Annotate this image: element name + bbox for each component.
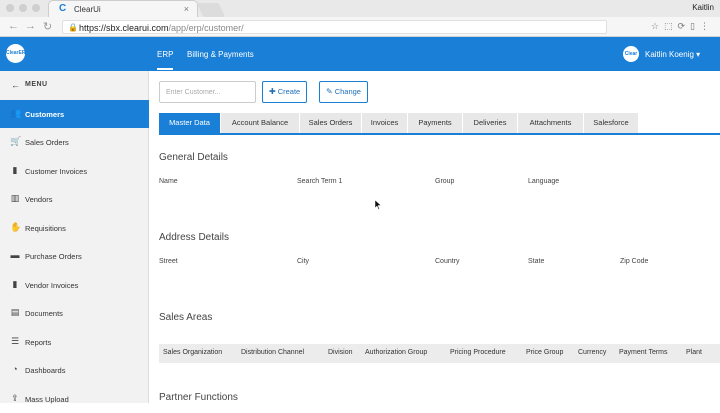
field-zip-code-label: Zip Code [620,258,649,265]
field-search-term-label: Search Term 1 [297,178,343,185]
sidebar-item-sales-orders[interactable]: 🛒 Sales Orders [0,128,149,156]
change-button[interactable]: ✎ Change [319,81,368,103]
browser-tab-strip: C ClearUi × Kaitlin [0,0,720,17]
window-zoom-control[interactable] [32,4,40,12]
sidebar-item-label: Vendors [25,195,53,204]
create-button[interactable]: ✚ Create [262,81,308,103]
field-state-label: State [528,258,545,265]
mouse-cursor-icon [375,200,381,210]
sidebar-item-label: Documents [25,309,63,318]
column-header[interactable]: Division [328,349,353,356]
field-city-label: City [297,258,310,265]
sidebar-item-label: Reports [25,338,52,347]
field-group-label: Group [435,178,455,185]
field-language-label: Language [528,178,560,185]
field-street-label: Street [159,258,178,265]
sidebar-item-vendors[interactable]: ▥ Vendors [0,185,149,213]
tab-deliveries[interactable]: Deliveries [463,113,518,133]
tab-close-icon[interactable]: × [184,4,189,14]
arrow-left-icon: ← [11,80,20,90]
tab-salesforce[interactable]: Salesforce [584,113,639,133]
column-header[interactable]: Payment Terms [619,349,668,356]
forward-icon[interactable]: → [25,20,36,32]
new-tab-button[interactable] [196,3,226,17]
app-header: ClearERP ERP Billing & Payments Clear Ka… [0,37,720,71]
document-icon: ▤ [10,307,20,317]
back-icon[interactable]: ← [8,20,19,32]
sidebar-item-mass-upload[interactable]: ⇪ Mass Upload [0,385,149,413]
users-icon: 👥 [10,108,22,118]
nav-billing-payments[interactable]: Billing & Payments [187,50,254,59]
plus-icon: ✚ [269,87,276,96]
column-header[interactable]: Plant [686,349,702,356]
clearerp-logo[interactable]: ClearERP [6,44,29,63]
upload-icon: ⇪ [11,393,19,403]
sidebar-item-customer-invoices[interactable]: ▮ Customer Invoices [0,157,149,185]
clearui-favicon-icon: C [59,3,67,14]
sidebar-item-documents[interactable]: ▤ Documents [0,299,149,327]
sidebar-item-reports[interactable]: ☰ Reports [0,328,149,356]
nav-erp[interactable]: ERP [157,50,174,70]
column-header[interactable]: Authorization Group [365,349,427,356]
tab-payments[interactable]: Payments [408,113,463,133]
tabs-underline [159,133,720,135]
reload-icon[interactable]: ↻ [43,20,52,33]
sidebar-item-label: Sales Orders [25,138,69,147]
pencil-icon: ✎ [326,87,333,96]
url-field[interactable]: 🔒 https://sbx.clearui.com/app/erp/custom… [62,20,607,34]
menu-toggle[interactable]: ← MENU [0,71,149,100]
file-icon: ▮ [12,279,18,289]
browser-profile-name[interactable]: Kaitlin [692,3,714,12]
sidebar-item-requisitions[interactable]: ✋ Requisitions [0,214,149,242]
lock-icon: 🔒 [68,23,78,32]
sidebar-item-label: Dashboards [25,366,66,375]
browser-tab-title: ClearUi [74,5,101,14]
menu-label: MENU [25,81,48,88]
column-header[interactable]: Pricing Procedure [450,349,506,356]
file-icon: ▮ [12,165,18,175]
column-header[interactable]: Distribution Channel [241,349,304,356]
sidebar-item-vendor-invoices[interactable]: ▮ Vendor Invoices [0,271,149,299]
window-minimize-control[interactable] [19,4,27,12]
truck-icon: ▬ [10,250,20,260]
sidebar-item-dashboards[interactable]: ◔ Dashboards [0,356,149,384]
tab-sales-orders[interactable]: Sales Orders [300,113,362,133]
column-header[interactable]: Sales Organization [163,349,222,356]
address-bar-row: ← → ↻ 🔒 https://sbx.clearui.com/app/erp/… [0,17,720,37]
sales-areas-title: Sales Areas [159,312,213,323]
sidebar-item-label: Customer Invoices [25,167,88,176]
window-close-control[interactable] [6,4,14,12]
browser-tab[interactable]: C ClearUi × [48,0,198,17]
user-org-logo: Clear [623,46,639,62]
dashboard-icon: ◔ [12,364,18,374]
url-text: https://sbx.clearui.com/app/erp/customer… [79,23,244,33]
customer-search-input[interactable] [159,81,256,103]
sidebar-item-purchase-orders[interactable]: ▬ Purchase Orders [0,242,149,270]
field-name-label: Name [159,178,178,185]
tab-account-balance[interactable]: Account Balance [221,113,300,133]
tab-master-data[interactable]: Master Data [159,113,221,133]
sidebar-item-label: Vendor Invoices [25,281,79,290]
main-content: ✚Create ✎Change Master Data Account Bala… [150,71,720,403]
building-icon: ▥ [10,193,20,203]
user-menu[interactable]: Kaitlin Koenig ▾ [645,50,700,59]
field-country-label: Country [435,258,460,265]
hand-icon: ✋ [10,222,22,232]
sales-areas-table-header: Sales Organization Distribution Channel … [159,344,720,363]
column-header[interactable]: Currency [578,349,606,356]
partner-functions-title: Partner Functions [159,392,238,403]
sidebar-item-label: Purchase Orders [25,252,82,261]
cart-icon: 🛒 [10,136,22,146]
general-details-title: General Details [159,152,228,163]
tab-attachments[interactable]: Attachments [518,113,584,133]
sidebar: ← MENU 👥 Customers 🛒 Sales Orders ▮ Cust… [0,71,149,404]
sidebar-item-label: Requisitions [25,224,66,233]
sidebar-item-customers[interactable]: 👥 Customers [0,100,149,128]
extension-icons[interactable]: ☆⬚⟳▯⋮ [651,21,714,32]
column-header[interactable]: Price Group [526,349,563,356]
address-details-title: Address Details [159,232,230,243]
list-icon: ☰ [10,336,20,346]
sidebar-item-label: Customers [25,110,65,119]
tab-invoices[interactable]: Invoices [362,113,408,133]
